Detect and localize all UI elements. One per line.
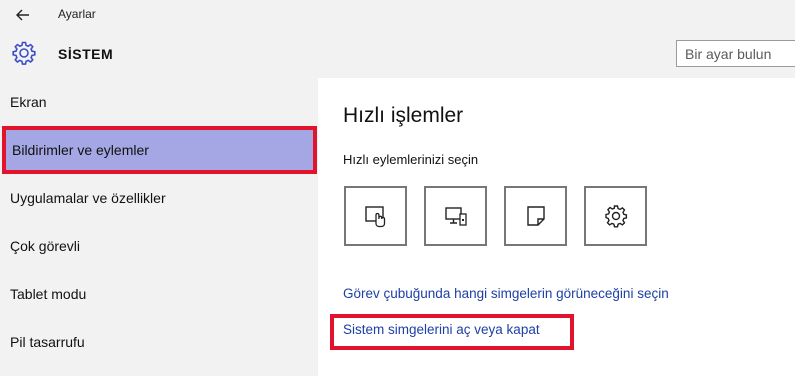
tablet-mode-icon: [364, 206, 385, 228]
search-input[interactable]: [676, 40, 795, 67]
arrow-left-icon: [16, 9, 29, 21]
app-title: Ayarlar: [58, 7, 96, 21]
sidebar-item-bildirimler[interactable]: Bildirimler ve eylemler: [2, 126, 317, 174]
sidebar-item-uygulamalar[interactable]: Uygulamalar ve özellikler: [0, 174, 318, 222]
sidebar: Ekran Bildirimler ve eylemler Uygulamala…: [0, 78, 318, 376]
section-header: SİSTEM: [0, 30, 795, 78]
sidebar-item-label: Bildirimler ve eylemler: [12, 142, 149, 158]
sidebar-item-label: Çok görevli: [10, 238, 81, 254]
note-icon: [526, 206, 545, 226]
sidebar-item-tablet-modu[interactable]: Tablet modu: [0, 270, 318, 318]
highlight-box: [330, 314, 574, 350]
sidebar-item-pil-tasarrufu[interactable]: Pil tasarrufu: [0, 318, 318, 366]
taskbar-icons-link[interactable]: Görev çubuğunda hangi simgelerin görünec…: [343, 286, 669, 301]
quick-action-note[interactable]: [504, 186, 567, 246]
sidebar-item-cok-gorevli[interactable]: Çok görevli: [0, 222, 318, 270]
sidebar-item-label: Ekran: [10, 94, 47, 110]
sidebar-item-label: Uygulamalar ve özellikler: [10, 190, 166, 206]
quick-action-connect[interactable]: [424, 186, 487, 246]
sidebar-item-label: Tablet modu: [10, 286, 87, 302]
back-button[interactable]: [12, 4, 34, 26]
title-bar: Ayarlar: [0, 0, 795, 30]
quick-actions-heading: Hızlı işlemler: [343, 104, 464, 127]
sidebar-item-label: Pil tasarrufu: [10, 334, 85, 350]
gear-icon: [12, 41, 36, 65]
sidebar-item-ekran[interactable]: Ekran: [0, 78, 318, 126]
connect-display-icon: [444, 207, 467, 226]
quick-actions-subtitle: Hızlı eylemlerinizi seçin: [343, 152, 479, 167]
quick-action-tablet-mode[interactable]: [344, 186, 407, 246]
page-title: SİSTEM: [58, 46, 114, 62]
settings-gear-icon: [604, 205, 627, 228]
quick-action-settings[interactable]: [584, 186, 647, 246]
